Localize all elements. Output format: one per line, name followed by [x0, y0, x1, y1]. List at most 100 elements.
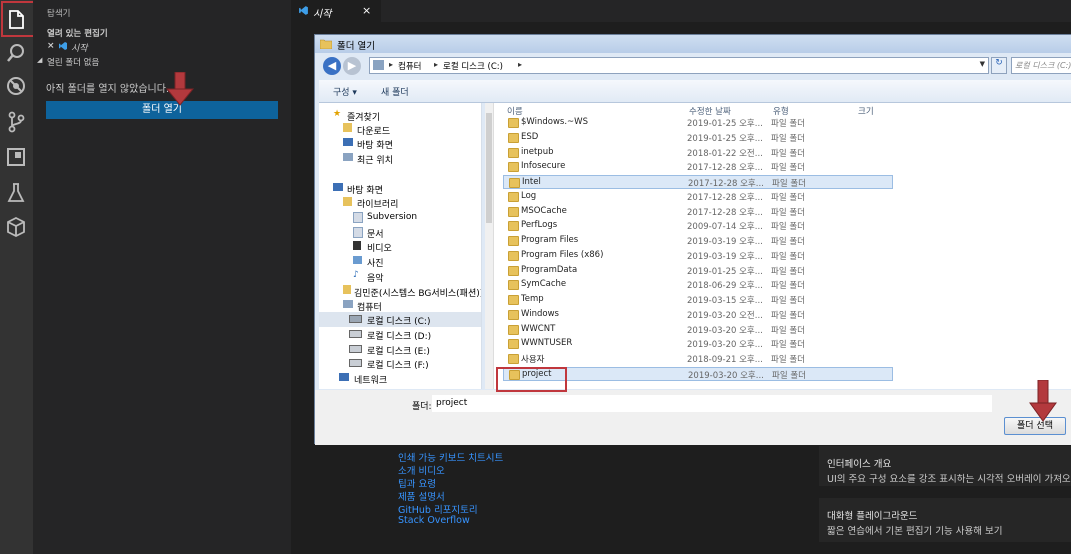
folder-icon	[508, 354, 519, 364]
link-docs[interactable]: 제품 설명서	[398, 489, 445, 503]
chevron-down-icon[interactable]: ▼	[980, 60, 985, 68]
file-row[interactable]: WWCNT 2019-03-20 오후... 파일 폴더	[503, 323, 893, 337]
file-name: Log	[521, 190, 537, 201]
file-row[interactable]: ProgramData 2019-01-25 오후... 파일 폴더	[503, 264, 893, 278]
nav-libraries[interactable]: 라이브러리	[357, 197, 398, 210]
file-type: 파일 폴더	[771, 266, 805, 277]
disk-icon	[349, 359, 362, 367]
file-row[interactable]: Program Files (x86) 2019-03-19 오후... 파일 폴더	[503, 249, 893, 263]
breadcrumb-separator-icon: ▸	[389, 60, 394, 69]
folder-icon	[508, 191, 519, 202]
breadcrumb-computer[interactable]: 컴퓨터	[398, 60, 421, 72]
link-keyboard-cheatsheet[interactable]: 인쇄 가능 키보드 치트시트	[398, 450, 503, 464]
nav-downloads[interactable]: 다운로드	[357, 124, 390, 137]
open-folder-button[interactable]: 폴더 열기	[46, 101, 278, 119]
nav-user[interactable]: 김민준(시스템스 BG서비스(패션))	[354, 286, 481, 299]
link-github[interactable]: GitHub 리포지토리	[398, 502, 478, 516]
file-type: 파일 폴더	[771, 251, 805, 262]
open-editors-section[interactable]: 열려 있는 편집기	[47, 27, 108, 39]
folder-icon	[508, 206, 519, 217]
card-playground[interactable]: 대화형 플레이그라운드 짧은 연습에서 기본 편집기 기능 사용해 보기	[819, 498, 1071, 542]
card-title: 대화형 플레이그라운드	[827, 511, 918, 522]
nav-videos[interactable]: 비디오	[367, 241, 392, 254]
file-type: 파일 폴더	[772, 370, 806, 381]
address-bar[interactable]: ▸ 컴퓨터 ▸ 로컬 디스크 (C:) ▸ ▼	[369, 57, 989, 74]
folder-icon	[508, 147, 519, 158]
nav-desktop-fav[interactable]: 바탕 화면	[357, 138, 393, 151]
nav-recent[interactable]: 최근 위치	[357, 153, 393, 166]
folder-icon	[319, 38, 333, 50]
nav-desktop[interactable]: 바탕 화면	[347, 183, 383, 196]
tab-start[interactable]: 시작 ×	[291, 0, 381, 22]
file-name: Intel	[522, 177, 541, 187]
forward-button[interactable]: ▶	[343, 57, 361, 75]
nav-music[interactable]: 음악	[367, 271, 384, 284]
organize-menu[interactable]: 구성 ▾	[333, 85, 357, 98]
file-name: 사용자	[521, 355, 545, 365]
close-icon[interactable]: ×	[47, 41, 55, 51]
computer-icon	[343, 300, 353, 308]
link-intro-video[interactable]: 소개 비디오	[398, 463, 445, 477]
package-icon[interactable]	[3, 214, 29, 240]
new-folder-button[interactable]: 새 폴더	[381, 85, 409, 98]
folder-field-label: 폴더:	[412, 402, 432, 412]
file-row[interactable]: Infosecure 2017-12-28 오후... 파일 폴더	[503, 160, 893, 174]
source-control-icon[interactable]	[3, 109, 29, 135]
file-row[interactable]: Program Files 2019-03-19 오후... 파일 폴더	[503, 234, 893, 248]
file-date: 2017-12-28 오후...	[687, 192, 763, 203]
nav-pictures[interactable]: 사진	[367, 256, 384, 269]
documents-icon	[353, 227, 363, 238]
close-icon[interactable]: ×	[362, 4, 371, 17]
back-button[interactable]: ◀	[323, 57, 341, 75]
nav-network[interactable]: 네트워크	[354, 373, 387, 386]
file-date: 2018-09-21 오후...	[687, 355, 763, 365]
disk-icon	[349, 330, 362, 338]
nav-disk-f[interactable]: 로컬 디스크 (F:)	[367, 358, 429, 371]
card-interface-overview[interactable]: 인터페이스 개요 UI의 주요 구성 요소를 강조 표시하는 시각적 오버레이 …	[819, 446, 1071, 486]
folder-name-input[interactable]: project	[432, 395, 992, 412]
search-input[interactable]: 로컬 디스크 (C:) 검색	[1011, 57, 1071, 74]
breadcrumb-separator-icon: ▸	[434, 60, 439, 69]
nav-disk-c[interactable]: 로컬 디스크 (C:)	[367, 314, 430, 327]
search-icon[interactable]	[3, 40, 29, 66]
nav-disk-d[interactable]: 로컬 디스크 (D:)	[367, 329, 431, 342]
file-row[interactable]: inetpub 2018-01-22 오전... 파일 폴더	[503, 146, 893, 160]
breadcrumb-disk-c[interactable]: 로컬 디스크 (C:)	[443, 60, 503, 72]
file-row[interactable]: WWNTUSER 2019-03-20 오후... 파일 폴더	[503, 337, 893, 351]
file-row[interactable]: Log 2017-12-28 오후... 파일 폴더	[503, 190, 893, 204]
file-row[interactable]: $Windows.~WS 2019-01-25 오후... 파일 폴더	[503, 116, 893, 130]
chevron-down-icon[interactable]: ◢	[37, 56, 42, 64]
card-desc: 짧은 연습에서 기본 편집기 기능 사용해 보기	[827, 526, 1003, 537]
file-name: inetpub	[521, 146, 554, 157]
file-row[interactable]: Intel 2017-12-28 오후... 파일 폴더	[503, 175, 893, 189]
debug-icon[interactable]	[3, 73, 29, 99]
file-row[interactable]: 사용자 2018-09-21 오후... 파일 폴더	[503, 352, 893, 366]
link-stack-overflow[interactable]: Stack Overflow	[398, 515, 470, 526]
dialog-titlebar[interactable]: 폴더 열기	[315, 35, 1071, 53]
scrollbar[interactable]	[485, 103, 494, 389]
music-icon: ♪	[353, 270, 359, 280]
file-row[interactable]: Temp 2019-03-15 오후... 파일 폴더	[503, 293, 893, 307]
highlight-box-files	[1, 1, 37, 37]
file-row[interactable]: PerfLogs 2009-07-14 오후... 파일 폴더	[503, 219, 893, 233]
scrollbar-thumb[interactable]	[486, 113, 492, 223]
link-tips[interactable]: 팁과 요령	[398, 476, 436, 490]
no-folder-section[interactable]: 열린 폴더 없음	[47, 56, 99, 68]
extensions-icon[interactable]	[3, 144, 29, 170]
pictures-icon	[353, 256, 362, 264]
test-icon[interactable]	[3, 180, 29, 206]
file-row[interactable]: MSOCache 2017-12-28 오후... 파일 폴더	[503, 205, 893, 219]
file-name: Infosecure	[521, 161, 566, 172]
tab-label: 시작	[313, 9, 332, 20]
file-name: MSOCache	[521, 205, 567, 216]
nav-documents[interactable]: 문서	[367, 227, 384, 240]
folder-icon	[508, 324, 519, 335]
file-row[interactable]: Windows 2019-03-20 오전... 파일 폴더	[503, 308, 893, 322]
nav-favorites[interactable]: 즐겨찾기	[347, 110, 380, 123]
nav-disk-e[interactable]: 로컬 디스크 (E:)	[367, 344, 430, 357]
file-row[interactable]: SymCache 2018-06-29 오후... 파일 폴더	[503, 278, 893, 292]
open-editor-item[interactable]: 시작	[71, 41, 88, 54]
file-row[interactable]: ESD 2019-01-25 오후... 파일 폴더	[503, 131, 893, 145]
nav-subversion[interactable]: Subversion	[367, 212, 417, 222]
refresh-icon[interactable]: ↻	[991, 57, 1007, 74]
